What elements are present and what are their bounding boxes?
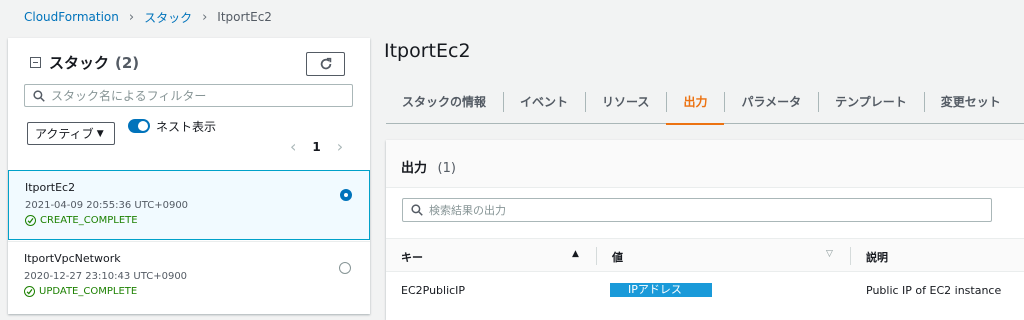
column-header-value[interactable]: 値 [612, 249, 623, 265]
outputs-search-input[interactable] [429, 203, 979, 217]
outputs-search [402, 198, 992, 222]
chevron-right-icon: › [202, 9, 208, 25]
outputs-count: (1) [437, 161, 456, 176]
stack-item[interactable]: ItportEc2 2021-04-09 20:55:36 UTC+0900 C… [8, 170, 370, 240]
status-select[interactable]: アクティブ ▼ [27, 122, 115, 145]
tab-resources[interactable]: リソース [585, 80, 666, 124]
table-row: EC2PublicIP IPアドレス Public IP of EC2 inst… [386, 272, 1024, 306]
output-value: IPアドレス [610, 283, 712, 297]
outputs-panel: 出力 (1) キー ▲ 値 ▽ 説明 EC2PublicIP IPアドレス Pu… [386, 140, 1024, 320]
stack-name: ItportEc2 [25, 181, 76, 194]
outputs-title: 出力 (1) [401, 157, 456, 176]
check-circle-icon [25, 215, 36, 226]
column-header-key[interactable]: キー [401, 249, 423, 265]
refresh-button[interactable] [306, 52, 345, 76]
stacks-panel-header: スタック (2) [30, 52, 139, 73]
refresh-icon [320, 57, 331, 70]
stack-name: ItportVpcNetwork [24, 252, 121, 265]
breadcrumb: CloudFormation › スタック › ItportEc2 [24, 8, 272, 26]
outputs-title-text: 出力 [401, 161, 428, 176]
caret-down-icon: ▼ [96, 128, 104, 139]
search-icon [411, 204, 423, 216]
tab-parameters[interactable]: パラメータ [724, 80, 818, 124]
stacks-panel-title: スタック [49, 54, 110, 72]
breadcrumb-stacks-link[interactable]: スタック [144, 9, 192, 26]
collapse-icon[interactable] [30, 57, 41, 68]
stacks-count: (2) [115, 53, 140, 72]
search-icon [33, 89, 45, 102]
output-key: EC2PublicIP [401, 284, 466, 297]
stack-radio[interactable] [340, 189, 352, 201]
stack-item[interactable]: ItportVpcNetwork 2020-12-27 23:10:43 UTC… [8, 241, 370, 311]
stack-status: CREATE_COMPLETE [25, 215, 369, 226]
column-header-description[interactable]: 説明 [866, 249, 888, 265]
stack-status: UPDATE_COMPLETE [24, 286, 370, 297]
chevron-right-icon: › [128, 9, 135, 25]
stack-status-text: UPDATE_COMPLETE [39, 286, 138, 297]
chevron-right-icon[interactable]: › [337, 137, 343, 156]
column-divider[interactable] [850, 247, 851, 265]
status-select-value: アクティブ [35, 127, 94, 141]
outputs-table-header: キー ▲ 値 ▽ 説明 [386, 238, 1024, 272]
check-circle-icon [24, 286, 35, 297]
pagination: ‹ 1 › [290, 137, 343, 156]
stacks-panel: スタック (2) アクティブ ▼ ネスト表示 ‹ 1 › ItportEc2 2… [8, 38, 370, 314]
stack-status-text: CREATE_COMPLETE [40, 215, 138, 226]
stack-filter [24, 84, 353, 107]
stack-time: 2021-04-09 20:55:36 UTC+0900 [25, 200, 189, 211]
tab-events[interactable]: イベント [503, 80, 585, 124]
sort-desc-icon[interactable]: ▽ [826, 249, 833, 259]
current-page[interactable]: 1 [312, 140, 320, 154]
output-description: Public IP of EC2 instance [866, 284, 1002, 297]
breadcrumb-current: ItportEc2 [217, 10, 272, 24]
tab-template[interactable]: テンプレート [818, 80, 924, 124]
tab-stack-info[interactable]: スタックの情報 [386, 80, 503, 124]
breadcrumb-cloudformation-link[interactable]: CloudFormation [24, 10, 119, 24]
stack-filter-input[interactable] [51, 88, 341, 103]
page-title: ItportEc2 [384, 40, 471, 62]
column-divider[interactable] [596, 247, 597, 265]
tab-change-sets[interactable]: 変更セット [923, 80, 1018, 124]
outputs-header: 出力 (1) [386, 140, 1024, 188]
tab-outputs[interactable]: 出力 [666, 80, 725, 125]
tab-bar: スタックの情報 イベント リソース 出力 パラメータ テンプレート 変更セット [386, 80, 1024, 125]
chevron-left-icon[interactable]: ‹ [290, 137, 296, 156]
stack-radio[interactable] [339, 262, 351, 274]
nested-view-toggle[interactable] [128, 119, 150, 133]
nested-view-label: ネスト表示 [156, 120, 217, 134]
stack-time: 2020-12-27 23:10:43 UTC+0900 [24, 271, 188, 282]
sort-asc-icon[interactable]: ▲ [572, 249, 579, 259]
